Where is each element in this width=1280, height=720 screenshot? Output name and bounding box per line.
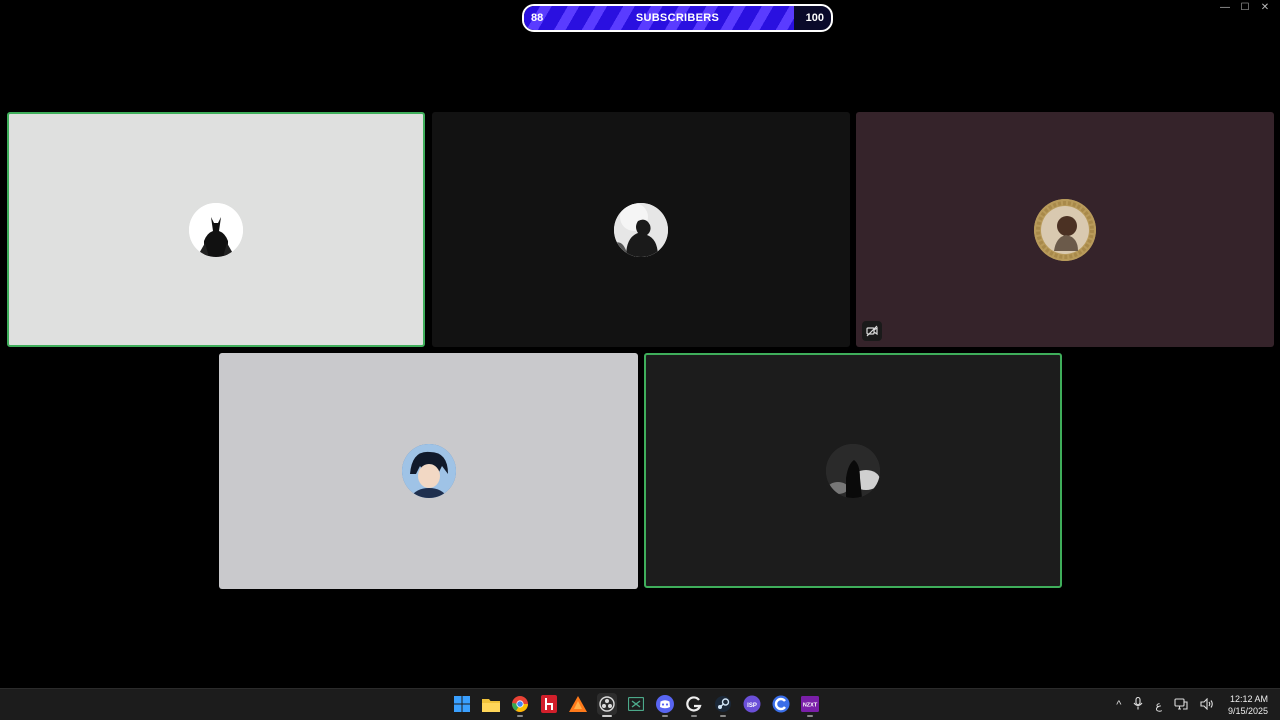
steam-icon[interactable] xyxy=(713,693,733,717)
dark-figure-avatar xyxy=(826,443,880,498)
isp-app-icon[interactable]: ISP xyxy=(742,693,762,715)
subscriber-goal-count: 100 xyxy=(805,12,824,24)
red-app-icon[interactable] xyxy=(539,693,559,715)
nzxt-icon[interactable]: NZXT xyxy=(800,693,820,717)
subscriber-goal-bar: 88 SUBSCRIBERS 100 xyxy=(522,4,833,32)
volume-icon[interactable] xyxy=(1200,697,1214,713)
close-button[interactable]: ✕ xyxy=(1258,2,1272,14)
language-indicator[interactable]: ع xyxy=(1155,699,1162,712)
video-off-icon xyxy=(862,321,882,341)
xbox-icon[interactable] xyxy=(626,693,646,715)
participant-tile-4[interactable] xyxy=(219,353,638,589)
taskbar-apps: ISP NZXT xyxy=(452,693,820,717)
network-icon[interactable] xyxy=(1174,697,1188,713)
participant-tile-2[interactable] xyxy=(432,112,850,347)
obs-icon[interactable] xyxy=(597,693,617,717)
participant-tile-5[interactable] xyxy=(644,353,1062,588)
browser-c-icon[interactable] xyxy=(771,693,791,715)
windows-start-icon[interactable] xyxy=(452,693,472,715)
system-tray: ^ ع xyxy=(1116,696,1214,713)
clock-date: 9/15/2025 xyxy=(1227,706,1268,716)
discord-icon[interactable] xyxy=(655,693,675,717)
laurel-wreath-avatar xyxy=(1034,198,1096,261)
chrome-icon[interactable] xyxy=(510,693,530,717)
anime-avatar xyxy=(401,444,456,498)
logitech-g-icon[interactable] xyxy=(684,693,704,717)
taskbar-clock[interactable]: 12:12 AM 9/15/2025 xyxy=(1228,693,1268,717)
silhouette-avatar xyxy=(614,202,668,257)
svg-text:NZXT: NZXT xyxy=(803,703,818,709)
participant-tile-1[interactable] xyxy=(7,112,425,347)
participant-tile-3[interactable] xyxy=(856,112,1274,347)
svg-text:ISP: ISP xyxy=(747,703,757,709)
tray-chevron-icon[interactable]: ^ xyxy=(1116,699,1121,711)
window-controls: — ☐ ✕ xyxy=(1218,2,1272,14)
batman-avatar xyxy=(189,202,243,257)
microphone-icon[interactable] xyxy=(1133,696,1143,713)
file-explorer-icon[interactable] xyxy=(481,693,501,715)
call-window: { "window_controls": { "minimize": "—", … xyxy=(0,0,1280,720)
taskbar: ISP NZXT ^ ع 12:12 AM 9/15/2025 xyxy=(0,688,1280,720)
maximize-button[interactable]: ☐ xyxy=(1238,2,1252,14)
subscriber-label: SUBSCRIBERS xyxy=(635,12,720,24)
minimize-button[interactable]: — xyxy=(1218,2,1232,14)
orange-app-icon[interactable] xyxy=(568,693,588,715)
clock-time: 12:12 AM xyxy=(1229,694,1268,704)
